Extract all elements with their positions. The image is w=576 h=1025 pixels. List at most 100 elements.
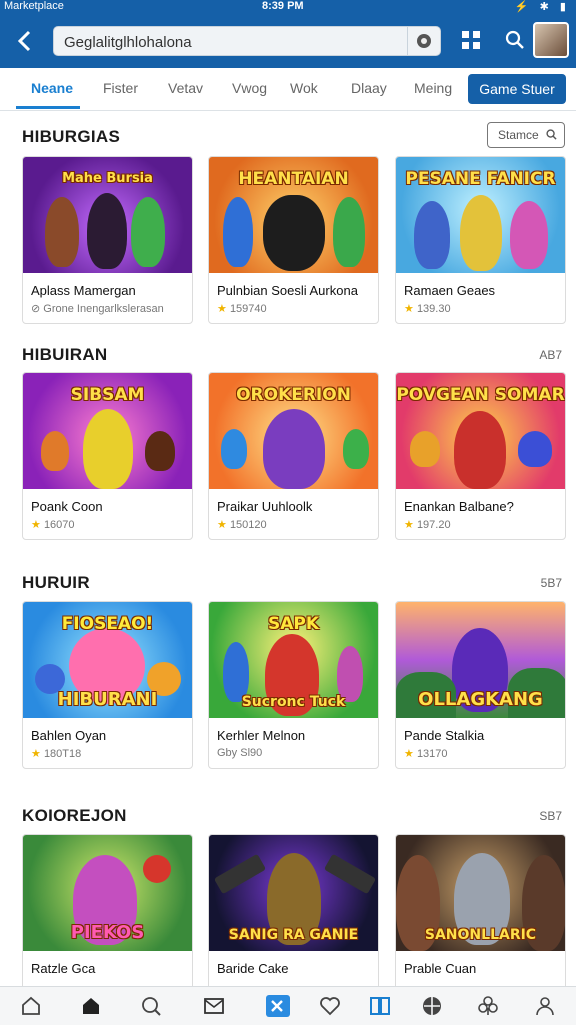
club-icon[interactable] [477,995,501,1017]
thumbnail-title: PIEKOS [70,922,145,943]
thumbnail-title: OLLAGKANG [418,689,543,710]
game-meta: ★ 180T18 [31,747,81,760]
app-bar: Marketplace 8:39 PM ⚡ ✱ ▮ [0,0,576,68]
star-icon: ★ [217,303,227,315]
thumbnail-title: SANIG RA GANIE [228,927,359,943]
game-name: Pulnbian Soesli Aurkona [217,283,358,298]
thumbnail-title: SAPK [267,614,320,634]
columns-icon[interactable] [369,995,393,1017]
tab-neane[interactable]: Neane [31,80,73,96]
game-store-button[interactable]: Game Stuer [468,74,566,104]
section-title: HIBURGIAS [22,127,121,146]
home-outline-icon[interactable] [20,995,44,1017]
game-meta-text: Grone Inengarlkslerasan [43,303,164,315]
bottom-navigation [0,986,576,1025]
game-rating: 139.30 [416,303,451,315]
game-card[interactable]: POVGEAN SOMAR Enankan Balbane? ★ 197.20 [395,372,566,540]
active-tab-indicator [16,106,80,109]
game-name: Prable Cuan [404,961,477,976]
avatar[interactable] [533,22,569,58]
thumbnail-title: OROKERION [236,385,351,405]
game-rating: Gby Sl90 [217,747,263,759]
game-card[interactable]: SIBSAM Poank Coon ★ 16070 [22,372,193,540]
back-button[interactable] [14,28,36,54]
game-rating: 180T18 [43,748,82,760]
star-icon: ★ [404,303,414,315]
thumbnail-title: HEANTAIAN [238,169,349,189]
section-more-link[interactable]: SB7 [539,809,562,823]
thumbnail-title: FIOSEAO! [61,614,154,634]
game-name: Enankan Balbane? [404,499,514,514]
person-icon[interactable] [534,995,558,1017]
thumbnail-title: SANONLLARIC [424,927,537,943]
game-card[interactable]: PIEKOS Ratzle Gca [22,834,193,994]
game-thumbnail: SIBSAM [23,373,192,489]
game-thumbnail: PESANE FANICR [396,157,565,273]
status-icons: ⚡ ✱ ▮ [514,1,570,13]
section-more-link[interactable]: 5B7 [541,576,562,590]
search-icon[interactable] [140,995,164,1017]
tab-dlaay[interactable]: Dlaay [351,80,387,96]
game-name: Kerhler Melnon [217,728,306,743]
game-thumbnail: FIOSEAO! HIBURANI [23,602,192,718]
game-card[interactable]: OLLAGKANG Pande Stalkia ★ 13170 [395,601,566,769]
game-name: Pande Stalkia [404,728,485,743]
star-icon: ★ [404,519,414,531]
status-carrier: Marketplace [4,0,64,12]
game-name: Bahlen Oyan [31,728,107,743]
game-card[interactable]: HEANTAIAN Pulnbian Soesli Aurkona ★ 1597… [208,156,379,324]
section-search-button[interactable]: Stamce [487,122,565,148]
grid-view-icon[interactable] [462,31,480,49]
game-rating: 197.20 [416,519,451,531]
game-rating: 16070 [43,519,75,531]
game-name: Baride Cake [217,961,289,976]
game-rating: 159740 [229,303,267,315]
tab-fister[interactable]: Fister [103,80,138,96]
section-more-label: SB7 [539,809,562,823]
search-icon [546,129,557,140]
game-thumbnail: SANIG RA GANIE [209,835,378,951]
status-time: 8:39 PM [262,0,304,12]
game-meta: ★ 150120 [217,518,267,531]
game-card[interactable]: OROKERION Praikar Uuhloolk ★ 150120 [208,372,379,540]
star-icon: ★ [404,748,414,760]
game-name: Ramaen Geaes [404,283,496,298]
game-meta: ★ 159740 [217,302,267,315]
record-icon [417,34,431,48]
game-card[interactable]: SANIG RA GANIE Baride Cake [208,834,379,994]
section-more-label: 5B7 [540,576,562,590]
thumbnail-title: SIBSAM [70,385,145,405]
game-card[interactable]: PESANE FANICR Ramaen Geaes ★ 139.30 [395,156,566,324]
game-thumbnail: SANONLLARIC [396,835,565,951]
search-icon[interactable] [505,30,525,50]
home-icon[interactable] [80,995,104,1017]
thumbnail-subtitle: HIBURANI [57,689,158,710]
thumbnail-title: Mahe Bursia [62,171,153,186]
mail-icon[interactable] [203,995,227,1017]
thumbnail-subtitle: Sucronc Tuck [241,694,346,710]
game-meta: ★ 16070 [31,518,75,531]
game-card[interactable]: SANONLLARIC Prable Cuan [395,834,566,994]
game-card[interactable]: FIOSEAO! HIBURANI Bahlen Oyan ★ 180T18 [22,601,193,769]
section-search-label: Stamce [498,128,539,142]
game-card[interactable]: Mahe Bursia Aplass Mamergan ⊘ Grone Inen… [22,156,193,324]
game-thumbnail: SAPK Sucronc Tuck [209,602,378,718]
search-go-button[interactable] [407,27,440,55]
globe-icon[interactable] [421,995,445,1017]
search-input[interactable] [62,30,406,54]
game-thumbnail: HEANTAIAN [209,157,378,273]
tab-wok[interactable]: Wok [290,80,318,96]
tab-vetav[interactable]: Vetav [168,80,203,96]
game-name: Aplass Mamergan [31,283,136,298]
heart-icon[interactable] [319,995,343,1017]
game-meta: ★ 13170 [404,747,448,760]
tab-vwog[interactable]: Vwog [232,80,267,96]
game-name: Poank Coon [31,499,103,514]
game-thumbnail: OROKERION [209,373,378,489]
thumbnail-title: PESANE FANICR [405,169,556,189]
close-icon[interactable] [266,995,290,1017]
section-more-link[interactable]: AB7 [539,348,562,362]
tab-meing[interactable]: Meing [414,80,452,96]
game-card[interactable]: SAPK Sucronc Tuck Kerhler Melnon Gby Sl9… [208,601,379,769]
game-thumbnail: PIEKOS [23,835,192,951]
